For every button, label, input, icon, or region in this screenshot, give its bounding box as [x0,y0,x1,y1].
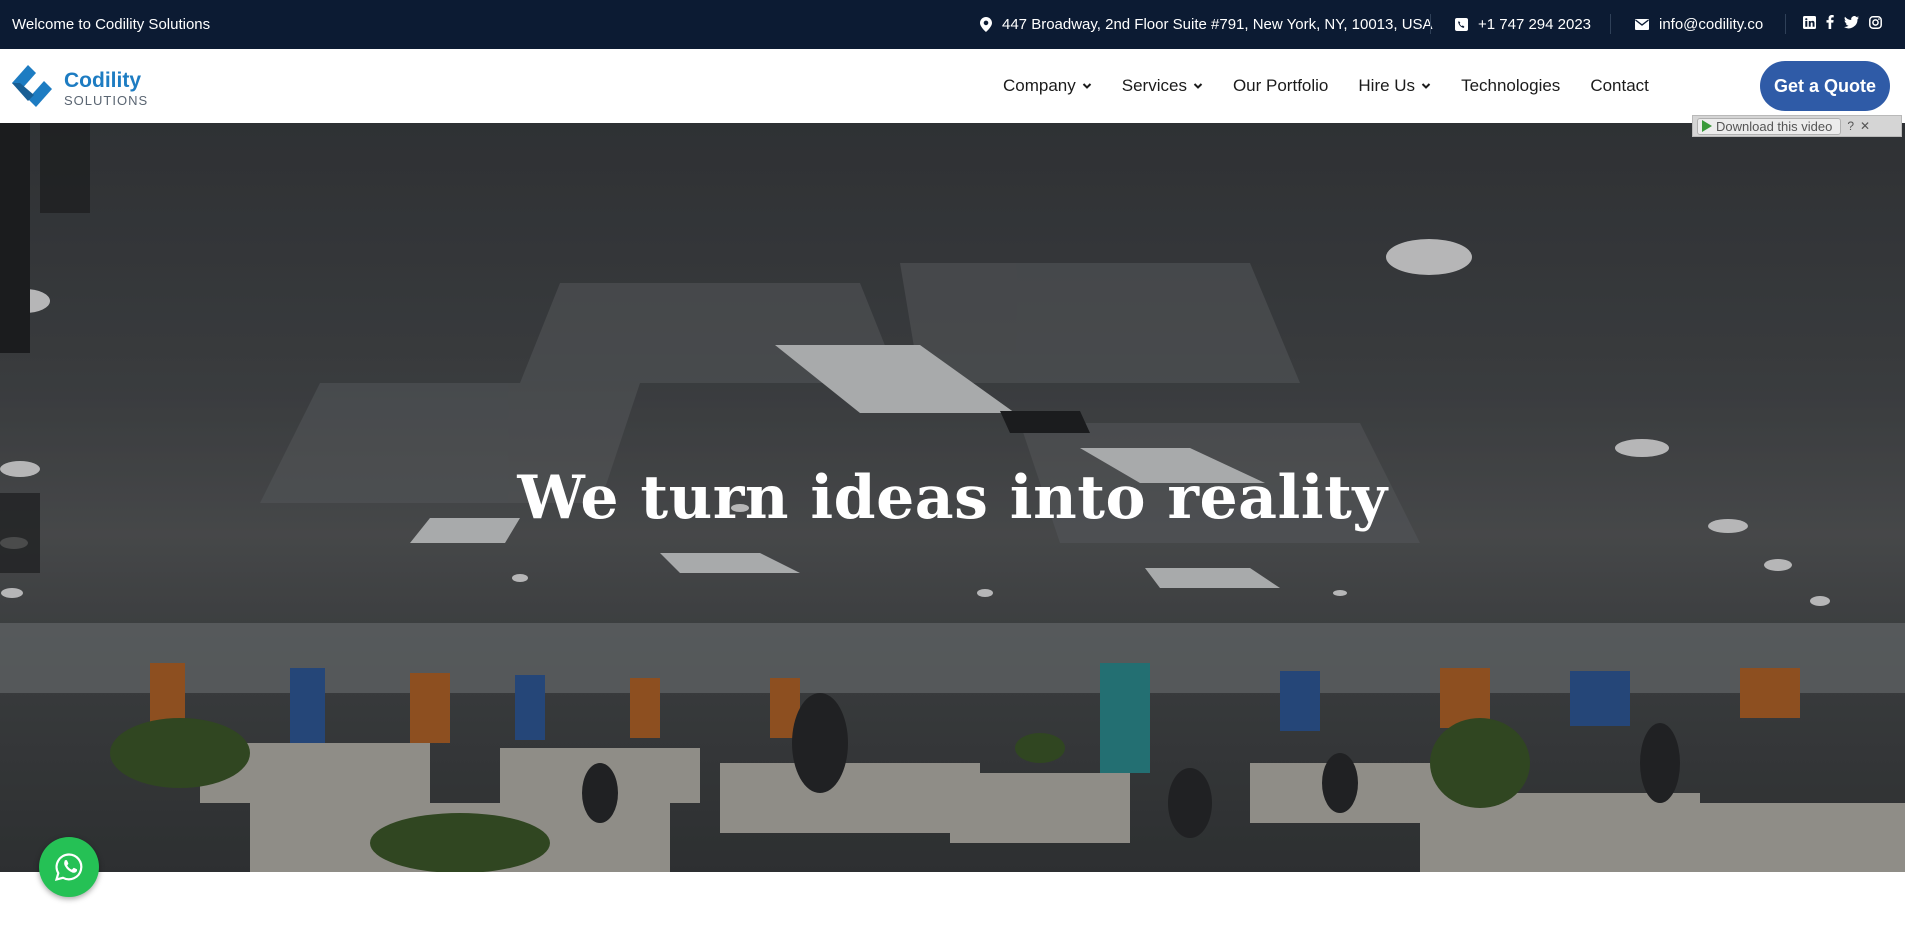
social-links [1803,15,1882,29]
logo-mark-icon [10,63,54,114]
nav-item-portfolio[interactable]: Our Portfolio [1233,76,1328,96]
address-item: 447 Broadway, 2nd Floor Suite #791, New … [980,16,1433,33]
download-video-button[interactable]: Download this video [1697,117,1842,135]
nav-item-services[interactable]: Services [1122,76,1203,96]
divider [1430,14,1431,34]
facebook-icon[interactable] [1826,15,1834,29]
linkedin-icon[interactable] [1803,15,1816,29]
logo[interactable]: Codility SOLUTIONS [10,63,148,114]
nav-item-hire-us[interactable]: Hire Us [1358,76,1431,96]
phone-item[interactable]: +1 747 294 2023 [1455,16,1591,33]
nav-label: Our Portfolio [1232,76,1329,95]
address-text: 447 Broadway, 2nd Floor Suite #791, New … [1002,16,1433,33]
help-button[interactable]: ? [1847,119,1854,133]
email-text[interactable]: info@codility.co [1659,16,1763,33]
hero-title: We turn ideas into reality [517,463,1388,533]
nav-item-contact[interactable]: Contact [1590,76,1649,96]
main-nav: Company Services Our Portfolio Hire Us T… [1003,76,1679,96]
nav-label: Services [1121,76,1187,95]
download-video-label: Download this video [1716,118,1833,134]
chevron-down-icon [1082,83,1091,89]
phone-icon [1455,18,1468,31]
welcome-text: Welcome to Codility Solutions [12,16,211,33]
location-icon [980,17,992,32]
main-header: Codility SOLUTIONS Company Services Our … [0,49,1905,123]
divider [1785,14,1786,34]
twitter-icon[interactable] [1844,15,1859,29]
nav-label: Hire Us [1358,76,1416,95]
email-item[interactable]: info@codility.co [1635,16,1763,33]
nav-label: Technologies [1461,76,1561,95]
close-icon[interactable]: ✕ [1860,119,1870,133]
play-icon [1702,120,1712,132]
envelope-icon [1635,19,1649,30]
logo-sub-text: SOLUTIONS [64,93,149,108]
nav-label: Company [1003,76,1076,95]
nav-item-technologies[interactable]: Technologies [1461,76,1560,96]
get-a-quote-button[interactable]: Get a Quote [1760,61,1890,111]
instagram-icon[interactable] [1869,15,1882,29]
chevron-down-icon [1421,83,1431,89]
logo-brand-text: Codility [64,69,141,92]
divider [1610,14,1611,34]
nav-item-company[interactable]: Company [1003,76,1092,96]
whatsapp-icon [54,853,83,882]
whatsapp-button[interactable] [39,837,99,897]
video-download-bar: Download this video ? ✕ [1692,115,1902,137]
hero-video: We turn ideas into reality [0,123,1905,872]
nav-label: Contact [1590,76,1649,95]
phone-text[interactable]: +1 747 294 2023 [1478,16,1591,33]
top-bar: Welcome to Codility Solutions 447 Broadw… [0,0,1905,49]
chevron-down-icon [1193,83,1203,89]
